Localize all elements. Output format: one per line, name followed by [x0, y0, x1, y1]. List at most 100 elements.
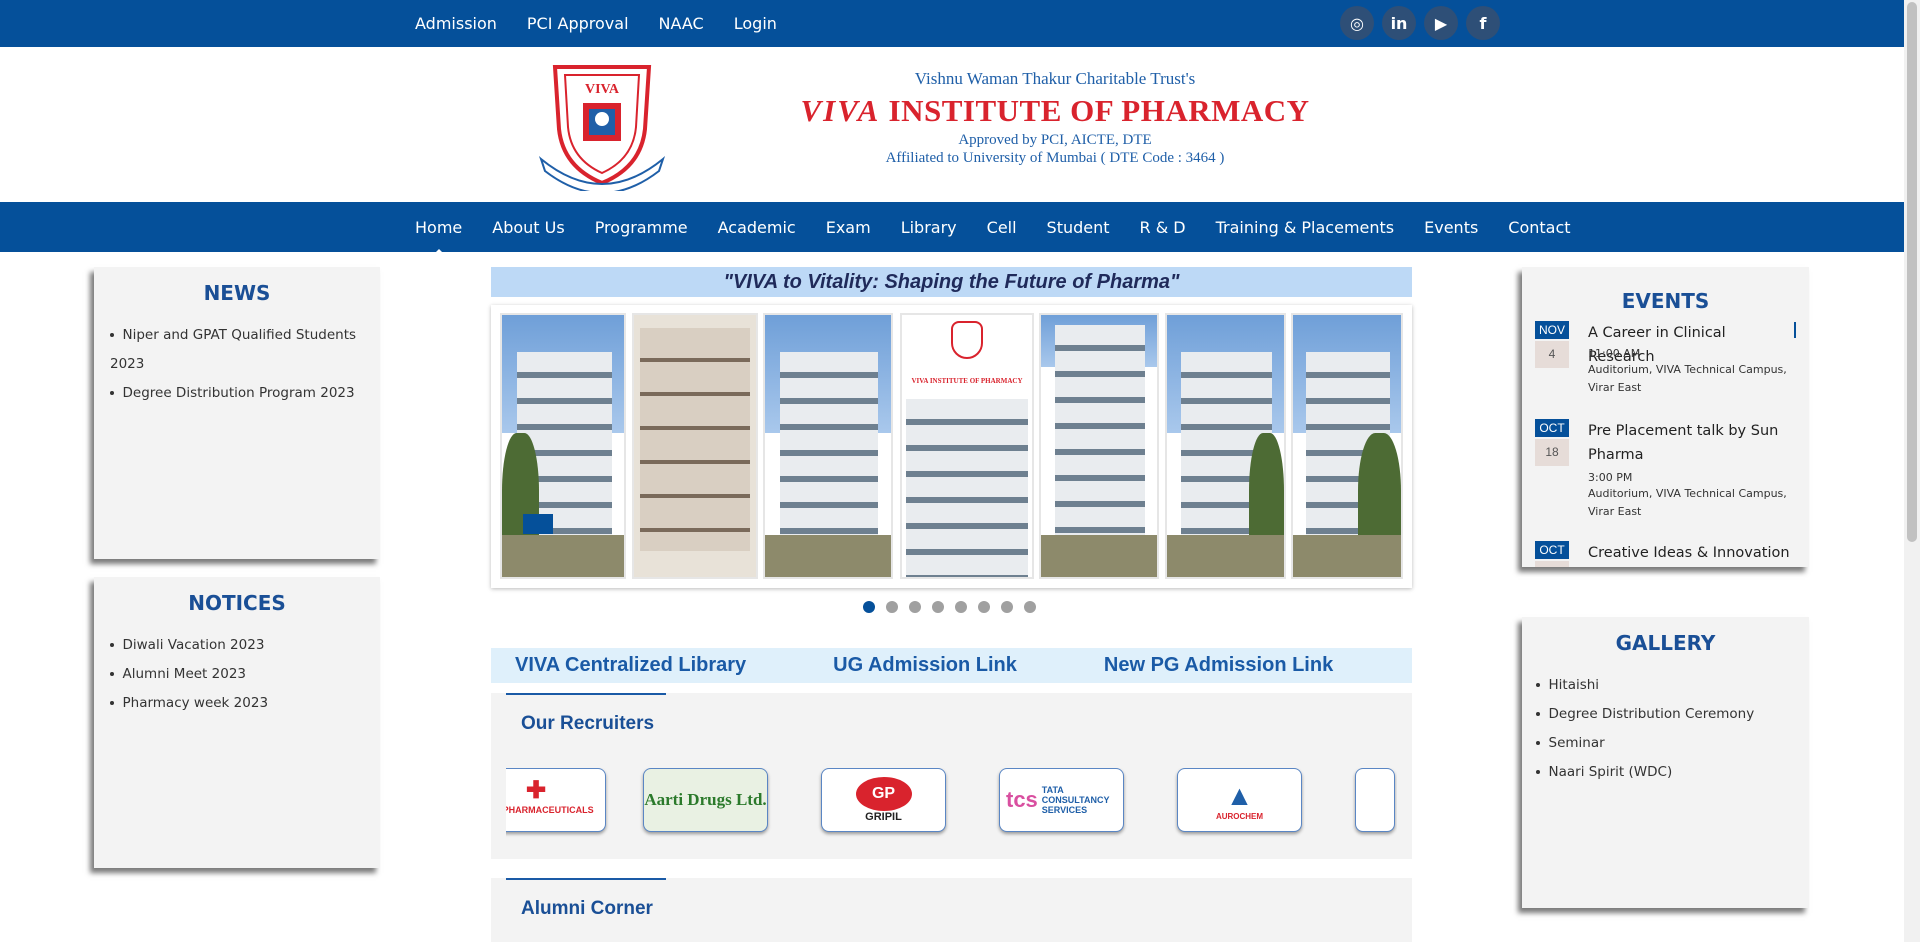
- slider-nav-button[interactable]: [523, 514, 553, 534]
- events-list: NOV 4 A Career in Clinical Research 11:0…: [1535, 321, 1797, 567]
- campus-photo: [1165, 313, 1286, 579]
- aarti-drugs-logo[interactable]: Aarti Drugs Ltd.: [643, 768, 768, 832]
- nav-contact[interactable]: Contact: [1508, 218, 1570, 237]
- nav-student[interactable]: Student: [1047, 218, 1110, 237]
- gallery-panel: GALLERY Hitaishi Degree Distribution Cer…: [1522, 617, 1809, 908]
- brand-title: Vishnu Waman Thakur Charitable Trust's V…: [800, 69, 1310, 167]
- gallery-item-label[interactable]: Degree Distribution Ceremony: [1549, 706, 1755, 722]
- nav-r-and-d[interactable]: R & D: [1140, 218, 1186, 237]
- campus-photo: [500, 313, 626, 579]
- notice-item[interactable]: Diwali Vacation 2023: [110, 631, 380, 660]
- event-month: NOV: [1535, 321, 1569, 339]
- news-list: Niper and GPAT Qualified Students 2023 D…: [110, 321, 380, 408]
- notice-item-label[interactable]: Pharmacy week 2023: [123, 695, 269, 711]
- news-item[interactable]: Niper and GPAT Qualified Students 2023: [110, 321, 380, 379]
- gallery-item[interactable]: Degree Distribution Ceremony: [1536, 700, 1809, 729]
- top-bar: Admission PCI Approval NAAC Login ◎ in ▶…: [0, 0, 1904, 47]
- trust-name: Vishnu Waman Thakur Charitable Trust's: [914, 69, 1196, 88]
- social-links: ◎ in ▶ f: [1340, 6, 1508, 40]
- notice-item-label[interactable]: Diwali Vacation 2023: [123, 637, 265, 653]
- events-scroll-indicator: [1794, 322, 1796, 338]
- slider-dot[interactable]: [863, 601, 875, 613]
- nav-programme[interactable]: Programme: [595, 218, 688, 237]
- institute-name-prefix: VIVA: [800, 93, 881, 128]
- centralized-library-link[interactable]: VIVA Centralized Library: [515, 648, 746, 683]
- aurochem-logo[interactable]: ▲ AUROCHEM: [1177, 768, 1302, 832]
- event-title[interactable]: Pre Placement talk by Sun Pharma: [1588, 419, 1793, 467]
- notices-title: NOTICES: [188, 591, 286, 615]
- alumni-section: Alumni Corner: [491, 878, 1412, 942]
- recruiters-section: Our Recruiters ✚GANGA PHARMACEUTICALS LT…: [491, 693, 1412, 859]
- campus-image-slider[interactable]: VIVA INSTITUTE OF PHARMACY: [491, 305, 1412, 588]
- nav-home[interactable]: Home: [415, 218, 462, 255]
- notice-item[interactable]: Alumni Meet 2023: [110, 660, 380, 689]
- event-item[interactable]: OCT 18 Pre Placement talk by Sun Pharma …: [1535, 419, 1797, 541]
- recruiters-title: Our Recruiters: [521, 713, 655, 734]
- section-accent-bar: [506, 878, 666, 880]
- nav-library[interactable]: Library: [901, 218, 957, 237]
- news-item[interactable]: Degree Distribution Program 2023: [110, 379, 380, 408]
- ganga-pharma-logo[interactable]: ✚GANGA PHARMACEUTICALS LTD: [506, 768, 606, 832]
- gallery-item[interactable]: Seminar: [1536, 729, 1809, 758]
- gripil-logo[interactable]: GP GRIPIL: [821, 768, 946, 832]
- nav-exam[interactable]: Exam: [826, 218, 871, 237]
- institute-name: VIVA INSTITUTE OF PHARMACY: [800, 93, 1310, 129]
- recruiter-logo-partial[interactable]: [1355, 768, 1395, 832]
- nav-training-placements[interactable]: Training & Placements: [1216, 218, 1395, 237]
- slider-dot[interactable]: [909, 601, 921, 613]
- tcs-logo[interactable]: tcs TATA CONSULTANCY SERVICES: [999, 768, 1124, 832]
- notice-item[interactable]: Pharmacy week 2023: [110, 689, 380, 718]
- gallery-item-label[interactable]: Naari Spirit (WDC): [1549, 764, 1673, 780]
- event-month: OCT: [1535, 541, 1569, 559]
- notice-item-label[interactable]: Alumni Meet 2023: [123, 666, 247, 682]
- slider-dot[interactable]: [886, 601, 898, 613]
- nav-cell[interactable]: Cell: [987, 218, 1017, 237]
- slide-crest-icon: [951, 321, 983, 359]
- slider-dot[interactable]: [955, 601, 967, 613]
- campus-photo: [1291, 313, 1403, 579]
- slider-dot[interactable]: [1024, 601, 1036, 613]
- campus-photo: [1039, 313, 1159, 579]
- event-day: 4: [1535, 341, 1569, 368]
- naac-link[interactable]: NAAC: [659, 14, 704, 33]
- slider-dots: [863, 601, 1047, 613]
- news-title: NEWS: [203, 281, 271, 305]
- gallery-item-label[interactable]: Hitaishi: [1549, 677, 1600, 693]
- institute-crest-logo[interactable]: VIVA: [535, 59, 669, 191]
- event-venue: Auditorium, VIVA Technical Campus, Virar…: [1588, 487, 1787, 518]
- page-scrollbar[interactable]: [1904, 0, 1920, 942]
- tcs-logo-text: TATA CONSULTANCY SERVICES: [1041, 785, 1110, 815]
- youtube-icon[interactable]: ▶: [1424, 6, 1458, 40]
- pci-approval-link[interactable]: PCI Approval: [527, 14, 629, 33]
- nav-academic[interactable]: Academic: [718, 218, 796, 237]
- section-accent-bar: [506, 693, 666, 695]
- nav-events[interactable]: Events: [1424, 218, 1478, 237]
- event-item[interactable]: OCT Creative Ideas & Innovation in: [1535, 541, 1797, 567]
- news-item-label[interactable]: Niper and GPAT Qualified Students 2023: [110, 327, 356, 372]
- slider-dot[interactable]: [1001, 601, 1013, 613]
- gallery-item-label[interactable]: Seminar: [1549, 735, 1605, 751]
- linkedin-icon[interactable]: in: [1382, 6, 1416, 40]
- scrollbar-thumb[interactable]: [1907, 2, 1917, 542]
- ug-admission-link[interactable]: UG Admission Link: [833, 648, 1017, 683]
- gallery-item[interactable]: Hitaishi: [1536, 671, 1809, 700]
- news-item-label[interactable]: Degree Distribution Program 2023: [123, 385, 355, 401]
- main-nav: Home About Us Programme Academic Exam Li…: [0, 202, 1904, 255]
- event-day: 18: [1535, 439, 1569, 466]
- notices-list: Diwali Vacation 2023 Alumni Meet 2023 Ph…: [110, 631, 380, 718]
- pg-admission-link[interactable]: New PG Admission Link: [1104, 648, 1333, 683]
- aurochem-logo-text: AUROCHEM: [1215, 811, 1264, 821]
- alumni-title: Alumni Corner: [521, 898, 653, 919]
- slider-dot[interactable]: [932, 601, 944, 613]
- event-title[interactable]: Creative Ideas & Innovation in: [1588, 541, 1793, 567]
- login-link[interactable]: Login: [734, 14, 777, 33]
- event-item[interactable]: NOV 4 A Career in Clinical Research 11:0…: [1535, 321, 1797, 419]
- news-panel: NEWS Niper and GPAT Qualified Students 2…: [94, 267, 380, 559]
- nav-about-us[interactable]: About Us: [492, 218, 564, 237]
- affiliation-text: Affiliated to University of Mumbai ( DTE…: [885, 150, 1225, 166]
- facebook-icon[interactable]: f: [1466, 6, 1500, 40]
- slider-dot[interactable]: [978, 601, 990, 613]
- gallery-item[interactable]: Naari Spirit (WDC): [1536, 758, 1809, 787]
- instagram-icon[interactable]: ◎: [1340, 6, 1374, 40]
- admission-link[interactable]: Admission: [415, 14, 497, 33]
